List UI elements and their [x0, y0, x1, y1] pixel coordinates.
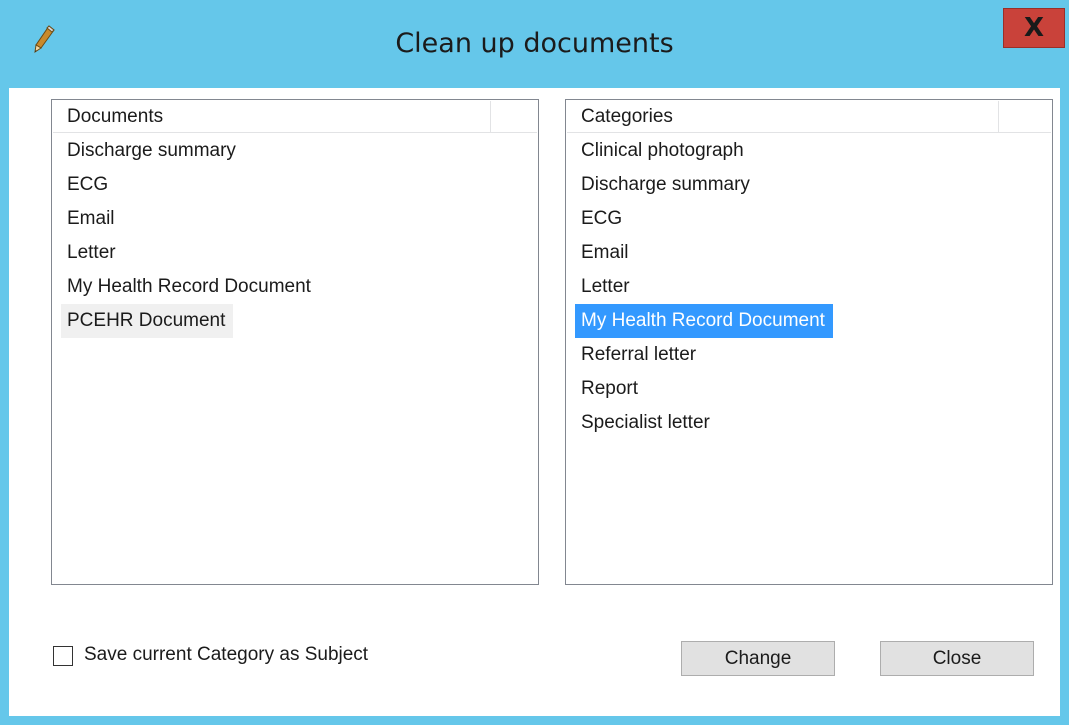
close-button[interactable]: Close — [880, 641, 1034, 676]
categories-list-item[interactable]: ECG — [567, 202, 1051, 236]
categories-header-filler — [999, 101, 1051, 133]
documents-items: Discharge summary ECG Email Letter My He… — [53, 134, 537, 338]
dialog-client-area: Documents Discharge summary ECG Email Le… — [9, 88, 1060, 716]
title-bar[interactable]: Clean up documents X — [0, 0, 1069, 88]
documents-list-item[interactable]: Discharge summary — [53, 134, 537, 168]
dialog-window: Clean up documents X Documents Discharge… — [0, 0, 1069, 725]
documents-header-filler — [491, 101, 537, 133]
categories-listbox[interactable]: Categories Clinical photograph Discharge… — [565, 99, 1053, 585]
window-title: Clean up documents — [395, 28, 674, 59]
categories-list-item[interactable]: Specialist letter — [567, 406, 1051, 440]
save-category-checkbox[interactable] — [53, 646, 73, 666]
documents-list-item-selected[interactable]: PCEHR Document — [53, 304, 537, 338]
documents-list-item[interactable]: Email — [53, 202, 537, 236]
documents-list-item[interactable]: ECG — [53, 168, 537, 202]
close-window-button[interactable]: X — [1003, 8, 1065, 48]
categories-list-item[interactable]: Discharge summary — [567, 168, 1051, 202]
categories-list-item[interactable]: Referral letter — [567, 338, 1051, 372]
categories-list-item[interactable]: Report — [567, 372, 1051, 406]
documents-header-cell[interactable]: Documents — [53, 101, 491, 133]
save-category-label[interactable]: Save current Category as Subject — [84, 644, 368, 666]
categories-list-item[interactable]: Email — [567, 236, 1051, 270]
documents-list-item[interactable]: Letter — [53, 236, 537, 270]
documents-column-header: Documents — [53, 101, 537, 133]
categories-list-item[interactable]: Letter — [567, 270, 1051, 304]
documents-listbox[interactable]: Documents Discharge summary ECG Email Le… — [51, 99, 539, 585]
categories-list-item[interactable]: Clinical photograph — [567, 134, 1051, 168]
change-button[interactable]: Change — [681, 641, 835, 676]
categories-items: Clinical photograph Discharge summary EC… — [567, 134, 1051, 440]
documents-list-item[interactable]: My Health Record Document — [53, 270, 537, 304]
categories-column-header: Categories — [567, 101, 1051, 133]
categories-list-item-selected[interactable]: My Health Record Document — [567, 304, 1051, 338]
categories-header-cell[interactable]: Categories — [567, 101, 999, 133]
